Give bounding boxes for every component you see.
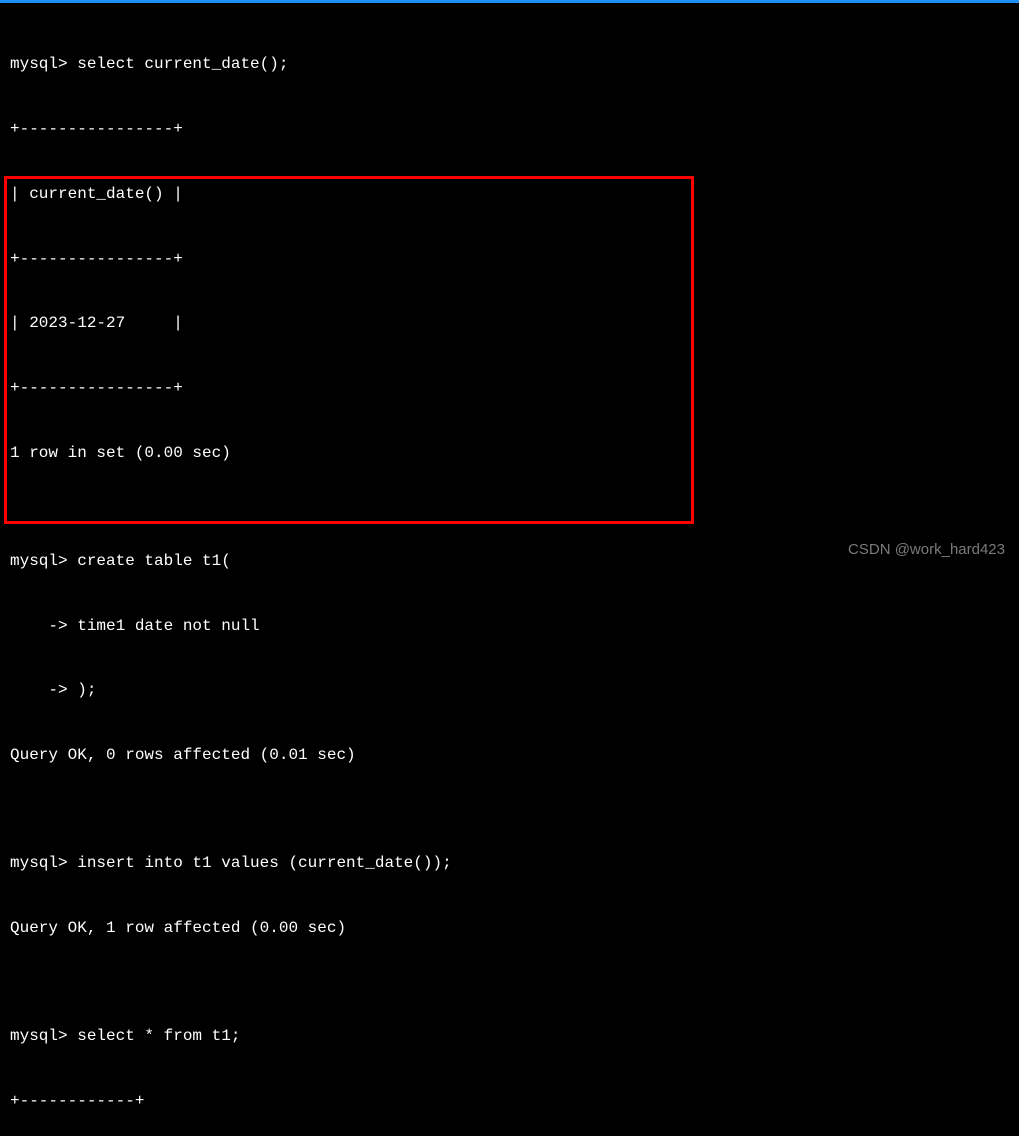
terminal-line: Query OK, 1 row affected (0.00 sec) bbox=[10, 918, 1009, 940]
terminal-line: -> ); bbox=[10, 680, 1009, 702]
terminal-line: mysql> select * from t1; bbox=[10, 1026, 1009, 1048]
terminal-line: Query OK, 0 rows affected (0.01 sec) bbox=[10, 745, 1009, 767]
terminal-line: -> time1 date not null bbox=[10, 616, 1009, 638]
terminal-line: | current_date() | bbox=[10, 184, 1009, 206]
terminal-output[interactable]: mysql> select current_date(); +---------… bbox=[0, 3, 1019, 1136]
terminal-line: +----------------+ bbox=[10, 249, 1009, 271]
terminal-line: +------------+ bbox=[10, 1091, 1009, 1113]
terminal-line: 1 row in set (0.00 sec) bbox=[10, 443, 1009, 465]
terminal-line: mysql> select current_date(); bbox=[10, 54, 1009, 76]
terminal-line: mysql> insert into t1 values (current_da… bbox=[10, 853, 1009, 875]
terminal-line: | 2023-12-27 | bbox=[10, 313, 1009, 335]
terminal-line: +----------------+ bbox=[10, 378, 1009, 400]
terminal-line: +----------------+ bbox=[10, 119, 1009, 141]
watermark-text: CSDN @work_hard423 bbox=[848, 541, 1005, 558]
